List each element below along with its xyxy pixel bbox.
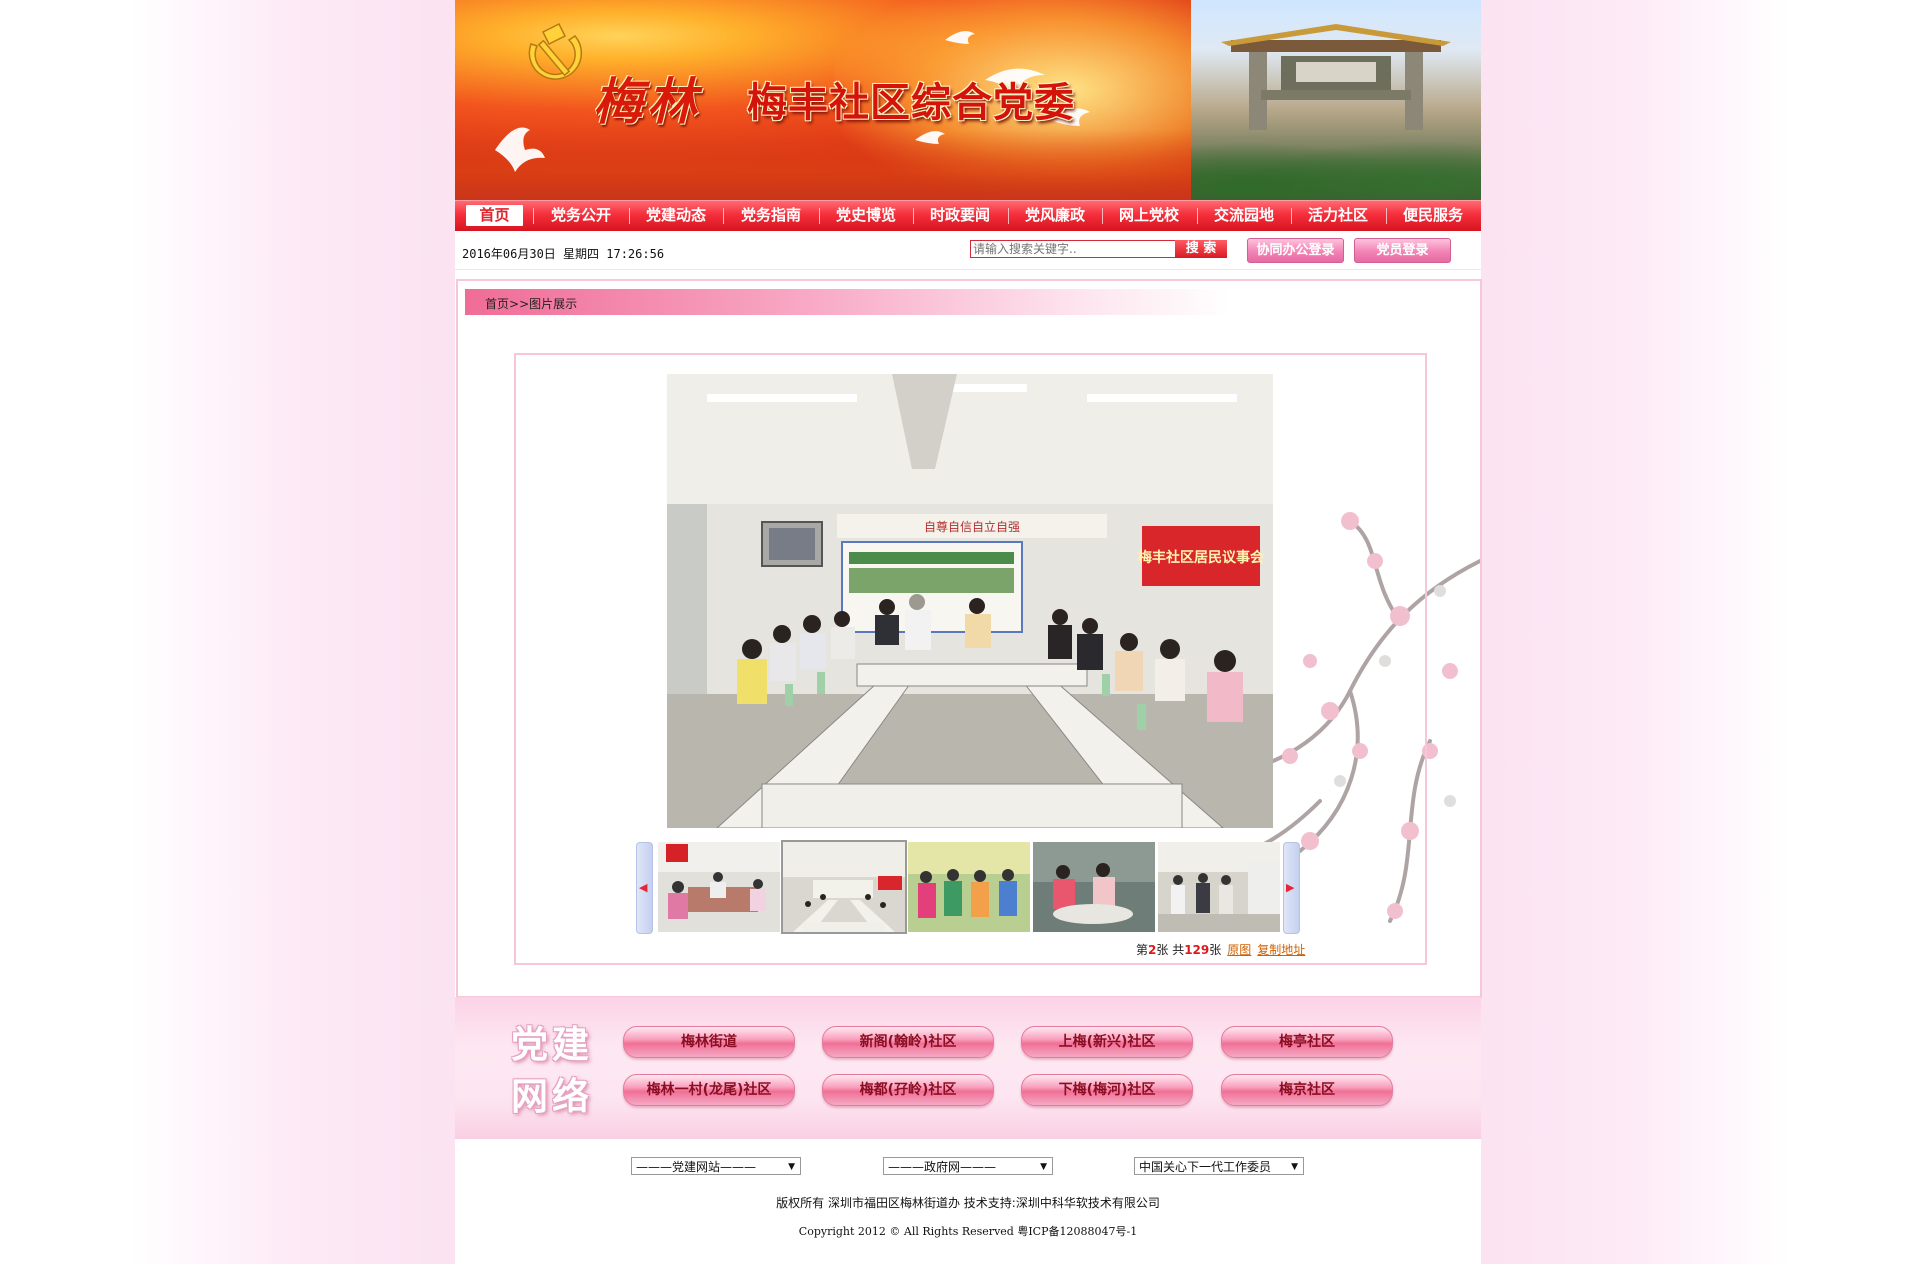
breadcrumb-bar: 首页>>图片展示	[465, 289, 1230, 315]
main-nav: 首页 党务公开 党建动态 党务指南 党史博览 时政要闻 党风廉政 网上党校 交流…	[455, 200, 1481, 231]
pager: 第2张 共129张 原图 复制地址	[1136, 943, 1306, 957]
breadcrumb: 首页>>图片展示	[485, 297, 578, 311]
breadcrumb-current: 图片展示	[529, 297, 578, 311]
nav-item-forum[interactable]: 交流园地	[1201, 205, 1287, 226]
network-link[interactable]: 新阁(翰岭)社区	[822, 1026, 994, 1058]
network-link[interactable]: 梅林一村(龙尾)社区	[623, 1074, 795, 1106]
nav-item-history[interactable]: 党史博览	[823, 205, 909, 226]
government-sites-select[interactable]: ———政府网——— ▼	[883, 1157, 1053, 1175]
header-banner: 梅林 梅丰社区综合党委	[455, 0, 1481, 200]
arrow-right-icon: ▶	[1286, 881, 1295, 894]
thumbnail[interactable]	[658, 842, 780, 932]
site-title: 梅丰社区综合党委	[747, 80, 1075, 126]
arrow-left-icon: ◀	[639, 881, 648, 894]
next-arrow-button[interactable]: ▶	[1283, 842, 1300, 934]
search-button[interactable]: 搜 索	[1175, 240, 1227, 258]
total-count: 129	[1184, 943, 1210, 957]
copy-address-link[interactable]: 复制地址	[1257, 943, 1305, 957]
network-link[interactable]: 梅亭社区	[1221, 1026, 1393, 1058]
member-login-button[interactable]: 党员登录	[1354, 238, 1451, 263]
nav-item-party-affairs[interactable]: 党务公开	[538, 205, 624, 226]
network-link[interactable]: 下梅(梅河)社区	[1021, 1074, 1193, 1106]
thumbnail[interactable]	[908, 842, 1030, 932]
network-link[interactable]: 梅林街道	[623, 1026, 795, 1058]
copyright: 版权所有 深圳市福田区梅林街道办 技术支持:深圳中科华软技术有限公司	[776, 1196, 1160, 1210]
site-title-meilin: 梅林	[593, 72, 701, 131]
meeting-room-slogan: 自尊自信自立自强	[924, 519, 1020, 534]
info-bar: 2016年06月30日 星期四 17:26:56 搜 索 协同办公登录 党员登录	[455, 231, 1481, 270]
prev-arrow-button[interactable]: ◀	[636, 842, 653, 934]
chevron-down-icon: ▼	[788, 1162, 795, 1172]
network-title: 党建 网络	[511, 1023, 593, 1118]
network-link[interactable]: 上梅(新兴)社区	[1021, 1026, 1193, 1058]
nav-item-integrity[interactable]: 党风廉政	[1012, 205, 1098, 226]
chevron-down-icon: ▼	[1291, 1162, 1298, 1172]
nav-item-guide[interactable]: 党务指南	[728, 205, 814, 226]
original-image-link[interactable]: 原图	[1227, 943, 1251, 957]
nav-item-politics[interactable]: 时政要闻	[917, 205, 1003, 226]
chevron-down-icon: ▼	[1040, 1162, 1047, 1172]
date-time: 2016年06月30日 星期四 17:26:56	[462, 247, 665, 261]
search-input[interactable]	[970, 240, 1178, 258]
thumbnail[interactable]	[1033, 842, 1155, 932]
nav-item-home[interactable]: 首页	[466, 205, 523, 226]
main-content: 首页>>图片展示 自尊自信自立自强 梅丰社区居民议事会 ◀ ▶ 第2张 共129…	[456, 279, 1482, 998]
thumbnail[interactable]	[1158, 842, 1280, 932]
photo-viewer: 自尊自信自立自强 梅丰社区居民议事会 ◀ ▶ 第2张 共129张 原图 复制地址	[514, 353, 1427, 965]
page: 梅林 梅丰社区综合党委 首页 党务公开 党建动态 党务指南 党史博览 时政要闻 …	[455, 0, 1482, 1264]
nav-item-party-news[interactable]: 党建动态	[633, 205, 719, 226]
breadcrumb-home[interactable]: 首页	[485, 297, 509, 311]
party-sites-select[interactable]: ———党建网站——— ▼	[631, 1157, 801, 1175]
network-link[interactable]: 梅京社区	[1221, 1074, 1393, 1106]
network-link[interactable]: 梅都(孖岭)社区	[822, 1074, 994, 1106]
nav-item-community[interactable]: 活力社区	[1295, 205, 1381, 226]
committee-select[interactable]: 中国关心下一代工作委员 ▼	[1134, 1157, 1304, 1175]
meeting-room-banner: 梅丰社区居民议事会	[1138, 549, 1265, 566]
footer: ———党建网站——— ▼ ———政府网——— ▼ 中国关心下一代工作委员 ▼ 版权所有…	[455, 1139, 1481, 1264]
nav-item-services[interactable]: 便民服务	[1390, 205, 1476, 226]
party-network: 党建 网络 梅林街道 新阁(翰岭)社区 上梅(新兴)社区 梅亭社区 梅林一村(龙尾…	[455, 997, 1481, 1139]
copyright-notice: Copyright 2012 © All Rights Reserved 粤IC…	[798, 1225, 1138, 1238]
office-login-button[interactable]: 协同办公登录	[1247, 238, 1344, 263]
nav-item-party-school[interactable]: 网上党校	[1106, 205, 1192, 226]
thumbnail[interactable]	[781, 840, 907, 934]
main-photo[interactable]: 自尊自信自立自强 梅丰社区居民议事会	[667, 374, 1273, 828]
